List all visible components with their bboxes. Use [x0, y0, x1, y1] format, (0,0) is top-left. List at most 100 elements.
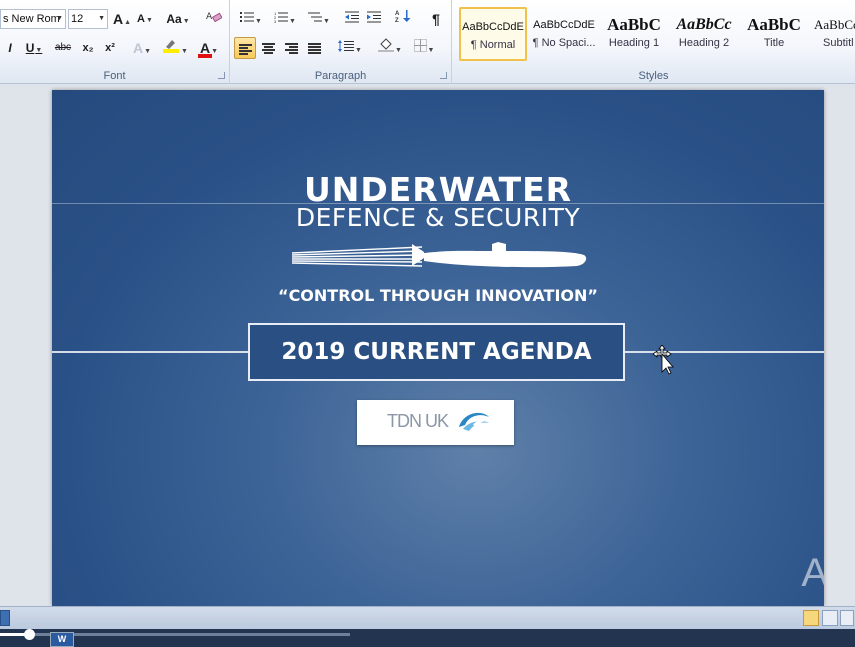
style-sample: AaBbCcDdE	[462, 21, 524, 33]
clear-formatting-icon: A	[206, 12, 223, 23]
svg-text:Z: Z	[395, 18, 399, 23]
align-center-icon	[261, 43, 275, 54]
style-sample: AaBbCc	[814, 17, 855, 32]
document-page[interactable]: UNDERWATER DEFENCE & SECURITY “CONTROL T…	[52, 90, 824, 606]
text-effects-button[interactable]: A▼	[132, 37, 152, 59]
strikethrough-icon: abc	[54, 42, 72, 53]
pilcrow-icon: ¶	[432, 11, 440, 27]
grow-font-button[interactable]: A▲	[112, 8, 132, 30]
line-spacing-icon	[338, 40, 355, 52]
style-name: Title	[763, 37, 785, 49]
full-screen-view-button[interactable]	[822, 610, 838, 626]
style-sample: AaBbCcDdE	[533, 19, 595, 31]
style-name: ¶ No Spaci...	[532, 37, 596, 49]
watermark-letter: A	[801, 551, 824, 595]
video-player-bar: W	[0, 629, 855, 647]
change-case-icon: Aa	[166, 12, 182, 26]
paragraph-group: ▼ 1 2 3 ▼ ▼ A Z ¶ ▼ ▼ ▼ Paragraph	[230, 0, 452, 84]
word-app-icon[interactable]: W	[50, 632, 74, 647]
svg-text:3: 3	[274, 19, 277, 23]
justify-icon	[307, 43, 321, 54]
line-spacing-button[interactable]: ▼	[336, 37, 364, 59]
align-right-button[interactable]	[281, 37, 301, 59]
view-toggle-button[interactable]	[0, 610, 10, 626]
shrink-font-button[interactable]: A▼	[135, 8, 155, 30]
italic-icon: I	[8, 41, 12, 55]
numbering-icon: 1 2 3	[274, 11, 289, 24]
subscript-icon: x₂	[82, 42, 94, 54]
print-layout-view-button[interactable]	[803, 610, 819, 626]
style-heading-2[interactable]: AaBbCc Heading 2	[670, 7, 738, 61]
sort-button[interactable]: A Z	[393, 8, 413, 30]
title-defence-security: DEFENCE & SECURITY	[295, 203, 581, 232]
svg-text:A: A	[206, 12, 213, 22]
font-group-label: Font	[103, 70, 126, 82]
bullets-icon	[240, 12, 255, 22]
paragraph-group-label: Paragraph	[314, 70, 367, 82]
decrease-indent-icon	[345, 11, 359, 23]
grow-font-icon: A	[112, 11, 124, 27]
style-sample: AaBbC	[607, 15, 661, 34]
borders-button[interactable]: ▼	[410, 37, 438, 59]
font-size-combo[interactable]: 12 ▼	[68, 9, 108, 29]
font-name-combo[interactable]: s New Rom ▼	[0, 9, 66, 29]
superscript-icon: x²	[105, 42, 115, 54]
strikethrough-button[interactable]: abc	[53, 37, 73, 59]
logo-text: TDN UK	[387, 411, 449, 431]
swirl-logo-icon	[459, 412, 489, 431]
borders-icon	[413, 39, 427, 52]
align-center-button[interactable]	[258, 37, 278, 59]
submarine-icon	[292, 242, 587, 268]
style-name: ¶ Normal	[470, 39, 516, 51]
status-bar	[0, 606, 855, 629]
move-cursor-icon	[653, 345, 674, 375]
clear-formatting-button[interactable]: A	[204, 8, 224, 30]
tagline: “CONTROL THROUGH INNOVATION”	[278, 286, 598, 305]
seek-handle[interactable]	[24, 629, 35, 640]
multilevel-list-button[interactable]: ▼	[304, 8, 334, 30]
style-no-spacing[interactable]: AaBbCcDdE ¶ No Spaci...	[530, 7, 598, 61]
align-right-icon	[284, 43, 298, 54]
highlight-color-button[interactable]: ▼	[160, 37, 190, 59]
sort-icon: A Z	[395, 10, 411, 24]
underline-button[interactable]: U▼	[20, 37, 48, 59]
style-subtitle[interactable]: AaBbCc Subtitl	[810, 7, 855, 61]
decrease-indent-button[interactable]	[342, 8, 362, 30]
svg-text:A: A	[395, 11, 400, 17]
styles-group: AaBbCcDdE ¶ Normal AaBbCcDdE ¶ No Spaci.…	[452, 0, 855, 84]
style-title[interactable]: AaBbC Title	[740, 7, 808, 61]
paint-bucket-icon	[378, 38, 395, 52]
increase-indent-button[interactable]	[364, 8, 384, 30]
style-sample: AaBbCc	[676, 16, 732, 33]
tdn-uk-logo: TDN UK	[357, 400, 514, 445]
ribbon: s New Rom ▼ 12 ▼ A▲ A▼ Aa▼ A I U▼ abc x₂…	[0, 0, 855, 84]
shrink-font-icon: A	[137, 13, 145, 25]
style-heading-1[interactable]: AaBbC Heading 1	[600, 7, 668, 61]
numbering-button[interactable]: 1 2 3 ▼	[270, 8, 300, 30]
shading-button[interactable]: ▼	[376, 37, 404, 59]
font-size-value: 12	[71, 13, 84, 25]
subscript-button[interactable]: x₂	[78, 37, 98, 59]
text-effects-icon: A	[132, 40, 144, 56]
align-left-button[interactable]	[234, 37, 256, 59]
bullets-button[interactable]: ▼	[236, 8, 266, 30]
web-layout-view-button[interactable]	[840, 610, 854, 626]
italic-button[interactable]: I	[0, 37, 20, 59]
style-name: Heading 1	[608, 37, 660, 49]
chevron-down-icon: ▼	[56, 15, 63, 22]
multilevel-list-icon	[308, 12, 323, 22]
increase-indent-icon	[367, 11, 381, 23]
show-formatting-button[interactable]: ¶	[426, 8, 446, 30]
style-normal[interactable]: AaBbCcDdE ¶ Normal	[459, 7, 527, 61]
styles-group-label: Styles	[638, 70, 669, 82]
dialog-launcher-icon[interactable]	[440, 72, 447, 79]
dialog-launcher-icon[interactable]	[218, 72, 225, 79]
underline-icon: U	[25, 41, 35, 55]
justify-button[interactable]	[304, 37, 324, 59]
agenda-banner: 2019 CURRENT AGENDA	[248, 323, 625, 381]
font-color-button[interactable]: A ▼	[194, 37, 224, 59]
change-case-button[interactable]: Aa▼	[164, 8, 192, 30]
superscript-button[interactable]: x²	[100, 37, 120, 59]
align-left-icon	[238, 44, 252, 55]
style-name: Heading 2	[678, 37, 730, 49]
